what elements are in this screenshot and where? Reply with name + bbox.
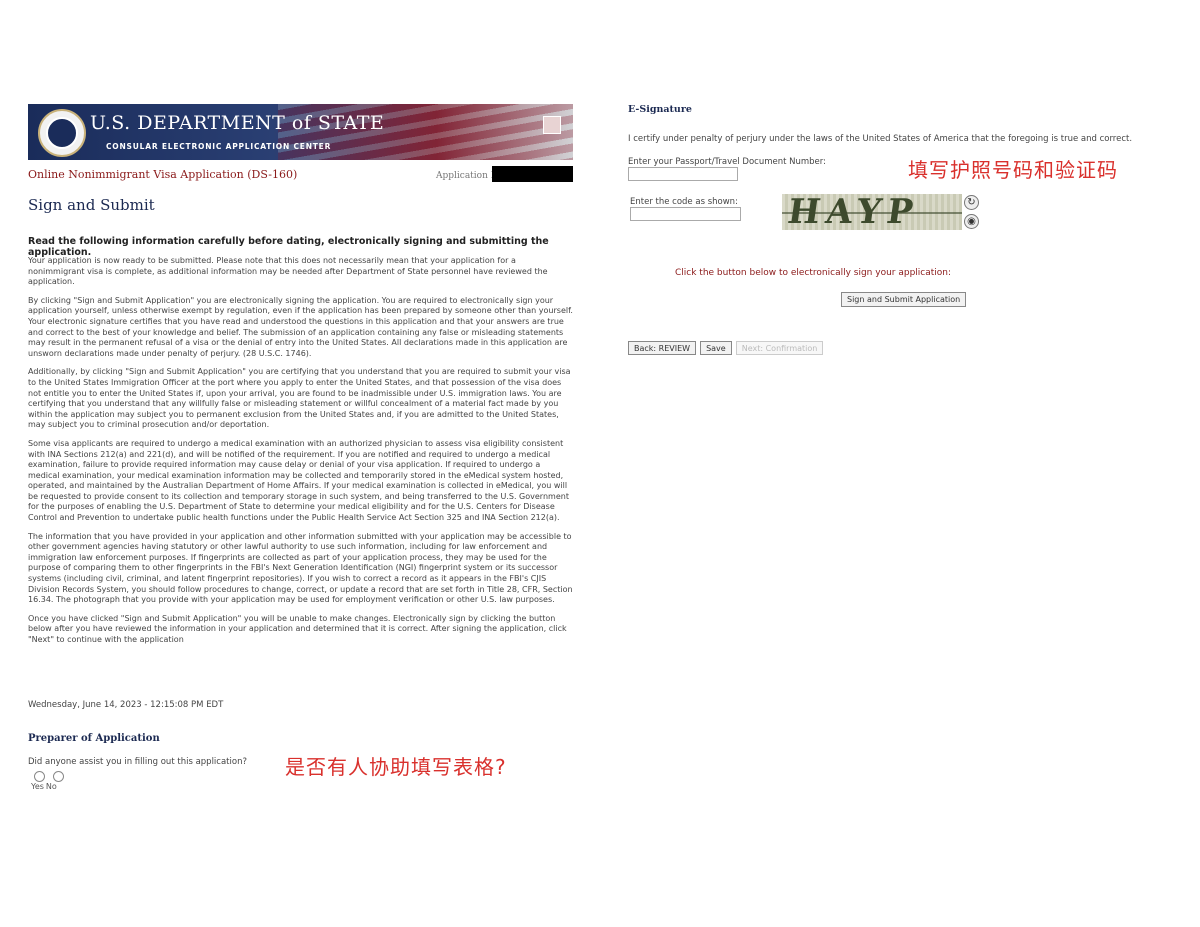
paragraph-medical: Some visa applicants are required to und…	[28, 438, 569, 523]
sign-and-submit-button[interactable]: Sign and Submit Application	[841, 292, 967, 307]
paragraph-signing: By clicking "Sign and Submit Application…	[28, 295, 573, 358]
captcha-label: Enter the code as shown:	[630, 197, 738, 207]
audio-icon[interactable]: ◉	[964, 214, 979, 229]
application-id-redacted	[492, 166, 573, 182]
next-confirmation-button[interactable]: Next: Confirmation	[735, 341, 824, 355]
preparer-no-radio[interactable]	[53, 771, 64, 782]
preparer-question: Did anyone assist you in filling out thi…	[28, 757, 247, 767]
passport-input[interactable]	[628, 167, 738, 181]
state-department-banner: U.S. DEPARTMENT of STATE CONSULAR ELECTR…	[28, 104, 573, 160]
esignature-title: E-Signature	[628, 104, 692, 115]
captcha-input[interactable]	[630, 207, 741, 221]
banner-title: U.S. DEPARTMENT of STATE	[90, 112, 385, 134]
preparer-yes-label: Yes	[31, 782, 44, 791]
annotation-passport-captcha: 填写护照号码和验证码	[908, 158, 1118, 182]
banner-subtitle: CONSULAR ELECTRONIC APPLICATION CENTER	[106, 142, 332, 151]
page-title: Sign and Submit	[28, 196, 155, 214]
sign-instruction: Click the button below to electronically…	[675, 268, 952, 278]
preparer-radio-labels: Yes No	[31, 782, 57, 791]
application-name: Online Nonimmigrant Visa Application (DS…	[28, 168, 298, 181]
navigation-buttons: Back: REVIEW Save Next: Confirmation	[628, 341, 824, 355]
paragraph-certify: Additionally, by clicking "Sign and Subm…	[28, 367, 571, 430]
preparer-title: Preparer of Application	[28, 733, 160, 744]
paragraph-information: The information that you have provided i…	[28, 531, 573, 605]
certify-statement: I certify under penalty of perjury under…	[628, 134, 1133, 144]
preparer-no-label: No	[45, 782, 57, 791]
preparer-radio-group	[34, 771, 64, 782]
legal-text: Your application is now ready to be subm…	[28, 256, 573, 654]
banner-corner-box	[543, 116, 561, 134]
annotation-preparer: 是否有人协助填写表格?	[285, 755, 507, 779]
department-seal-icon	[38, 109, 86, 157]
captcha-image: HAYP	[782, 194, 962, 230]
refresh-icon[interactable]: ↻	[964, 195, 979, 210]
preparer-yes-radio[interactable]	[34, 771, 45, 782]
back-review-button[interactable]: Back: REVIEW	[628, 341, 697, 355]
submission-datetime: Wednesday, June 14, 2023 - 12:15:08 PM E…	[28, 700, 224, 710]
paragraph-final: Once you have clicked "Sign and Submit A…	[28, 613, 567, 644]
save-button[interactable]: Save	[700, 341, 732, 355]
paragraph-ready: Your application is now ready to be subm…	[28, 256, 548, 287]
passport-label: Enter your Passport/Travel Document Numb…	[628, 157, 826, 167]
intro-heading: Read the following information carefully…	[28, 236, 549, 258]
